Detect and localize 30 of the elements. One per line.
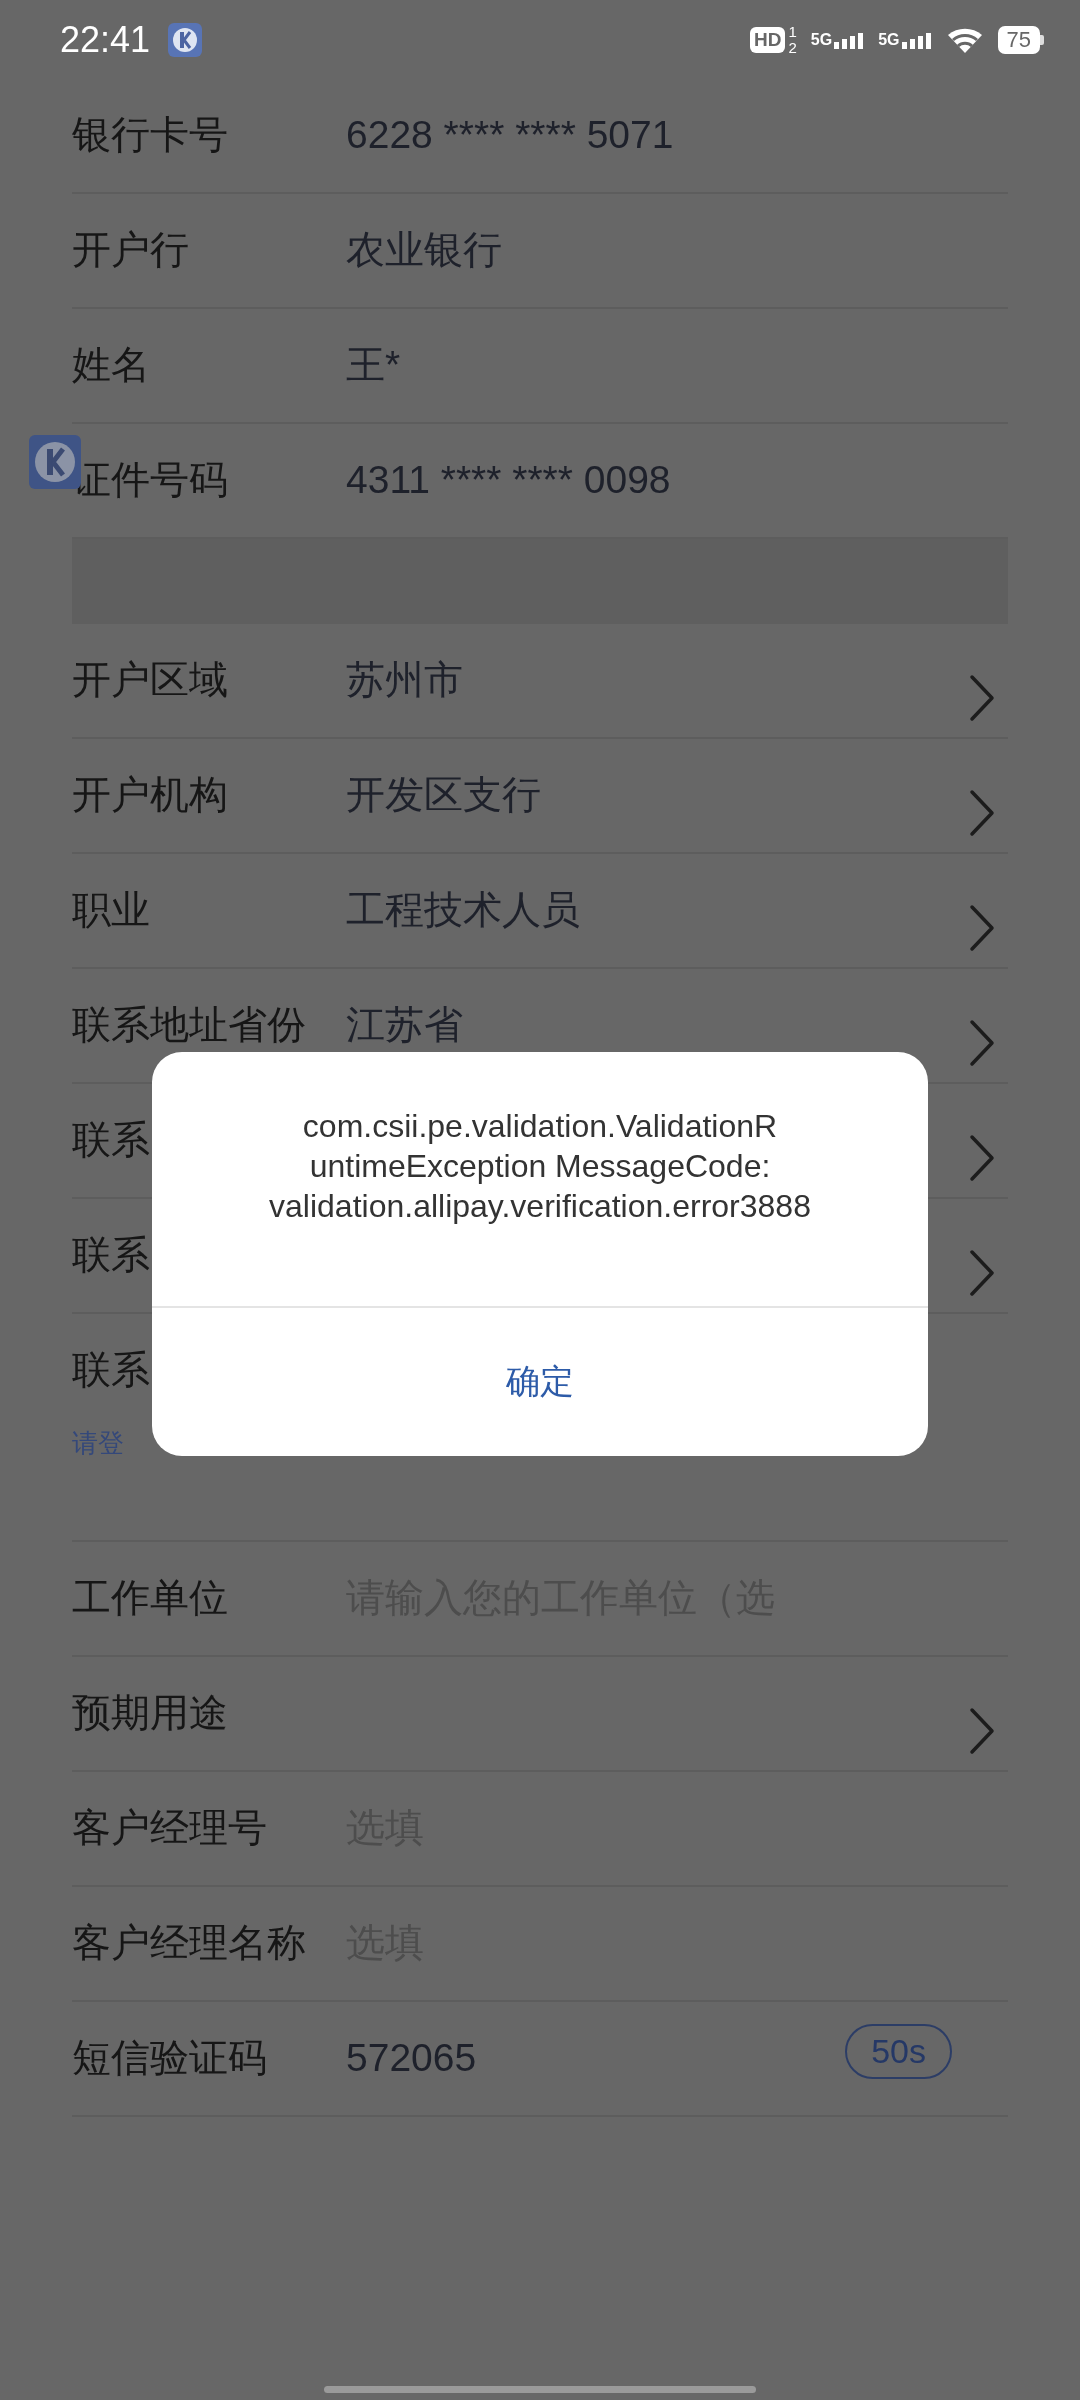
field-label: 开户机构 <box>72 771 229 819</box>
field-label: 联系地址省份 <box>72 1001 307 1049</box>
field-label: 短信验证码 <box>72 2034 268 2082</box>
field-value: 王* <box>346 342 401 388</box>
selected-value: 江苏省 <box>346 1002 463 1048</box>
error-message: com.csii.pe.validation.ValidationR untimeException MessageCode: validation.allipay.verification.error3888 <box>268 1107 812 1226</box>
cellular-signal-indicator: 5G <box>878 30 932 49</box>
field-label: 姓名 <box>72 341 151 389</box>
field-label: 开户行 <box>72 226 190 274</box>
cellular-signal-indicator: 5G <box>810 30 865 49</box>
field-label: 开户区域 <box>72 656 229 704</box>
field-label: 联系 <box>72 1231 151 1279</box>
selected-value: 工程技术人员 <box>346 887 580 933</box>
field-label: 预期用途 <box>72 1689 229 1737</box>
field-label: 客户经理号 <box>72 1804 268 1852</box>
field-label: 工作单位 <box>72 1574 229 1622</box>
sms-code-value: 572065 <box>346 2035 477 2081</box>
field-value: 4311 **** **** 0098 <box>346 457 671 503</box>
resend-countdown-button[interactable]: 50s <box>845 2024 952 2079</box>
field-label: 银行卡号 <box>72 111 229 159</box>
battery-indicator: 75 <box>997 25 1044 54</box>
selected-value: 开发区支行 <box>346 772 541 818</box>
selected-value: 苏州市 <box>346 657 463 703</box>
field-label: 客户经理名称 <box>72 1919 307 1967</box>
confirm-button[interactable]: 确定 <box>152 1308 928 1456</box>
field-value: 农业银行 <box>346 227 502 273</box>
field-label: 职业 <box>72 886 151 934</box>
field-value: 6228 **** **** 5071 <box>346 112 674 158</box>
field-label: 联系 <box>72 1346 151 1394</box>
clock-time: 22:41 <box>60 18 151 61</box>
